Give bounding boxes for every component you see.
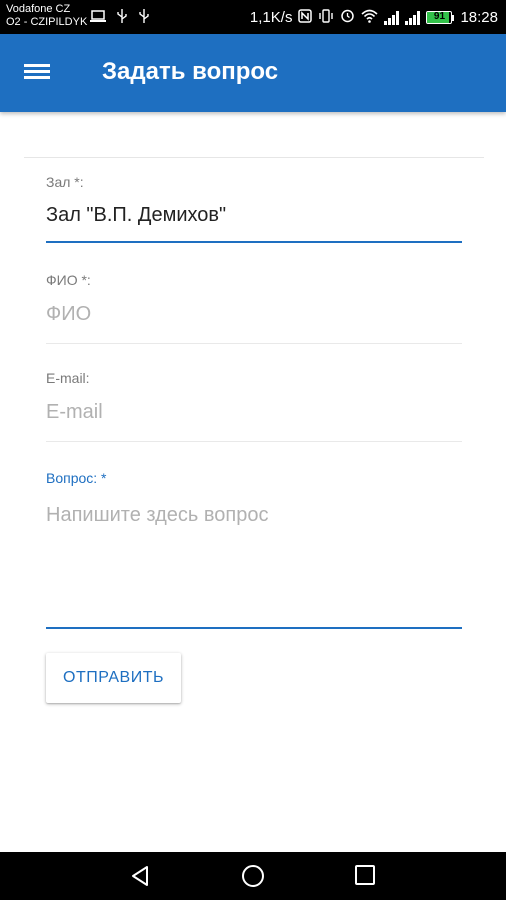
hamburger-menu-icon[interactable] [22, 61, 56, 87]
network-speed: 1,1K/s [249, 9, 293, 26]
recents-icon[interactable] [353, 864, 381, 888]
laptop-icon [90, 10, 116, 26]
hall-value[interactable]: Зал "В.П. Демихов" [46, 204, 462, 227]
navigation-bar [0, 852, 506, 900]
hall-underline [46, 241, 462, 243]
email-label: E-mail: [46, 370, 90, 386]
wifi-icon [361, 9, 378, 27]
status-right: 1,1K/s 91 18:28 [250, 8, 498, 27]
name-underline [46, 343, 462, 344]
nfc-icon [298, 8, 313, 27]
carrier-secondary: O2 - CZIPILDYK [6, 16, 88, 28]
email-underline [46, 441, 462, 442]
clock: 18:28 [460, 9, 498, 26]
carrier-name: Vodafone CZ [6, 3, 71, 15]
usb-icon [138, 9, 150, 26]
name-input[interactable]: ФИО [46, 303, 462, 326]
carrier-info: Vodafone CZ O2 - CZIPILDYK [6, 3, 87, 29]
question-label: Вопрос: * [46, 470, 107, 486]
status-bar: Vodafone CZ O2 - CZIPILDYK 1,1K/s 91 18:… [0, 0, 506, 34]
hall-label: Зал *: [46, 174, 84, 190]
divider [24, 157, 484, 158]
question-textarea[interactable]: Напишите здесь вопрос [46, 504, 462, 527]
email-field[interactable]: E-mail: E-mail [46, 370, 462, 424]
vibrate-icon [318, 8, 334, 27]
notification-icons [90, 9, 150, 26]
submit-button[interactable]: ОТПРАВИТЬ [46, 653, 181, 703]
question-field[interactable]: Вопрос: * Напишите здесь вопрос [46, 470, 462, 527]
signal-icon [384, 10, 400, 25]
app-bar: Задать вопрос [0, 34, 506, 112]
home-icon[interactable] [240, 864, 268, 888]
battery-level: 91 [433, 11, 446, 22]
hall-field[interactable]: Зал *: Зал "В.П. Демихов" [46, 174, 462, 227]
name-field[interactable]: ФИО *: ФИО [46, 272, 462, 326]
email-input[interactable]: E-mail [46, 401, 462, 424]
battery-icon: 91 [426, 11, 455, 24]
usb-icon [116, 9, 138, 26]
question-underline [46, 627, 462, 629]
alarm-icon [340, 8, 355, 27]
back-icon[interactable] [128, 864, 156, 888]
page-title: Задать вопрос [102, 58, 279, 85]
name-label: ФИО *: [46, 272, 91, 288]
signal-icon [405, 10, 421, 25]
